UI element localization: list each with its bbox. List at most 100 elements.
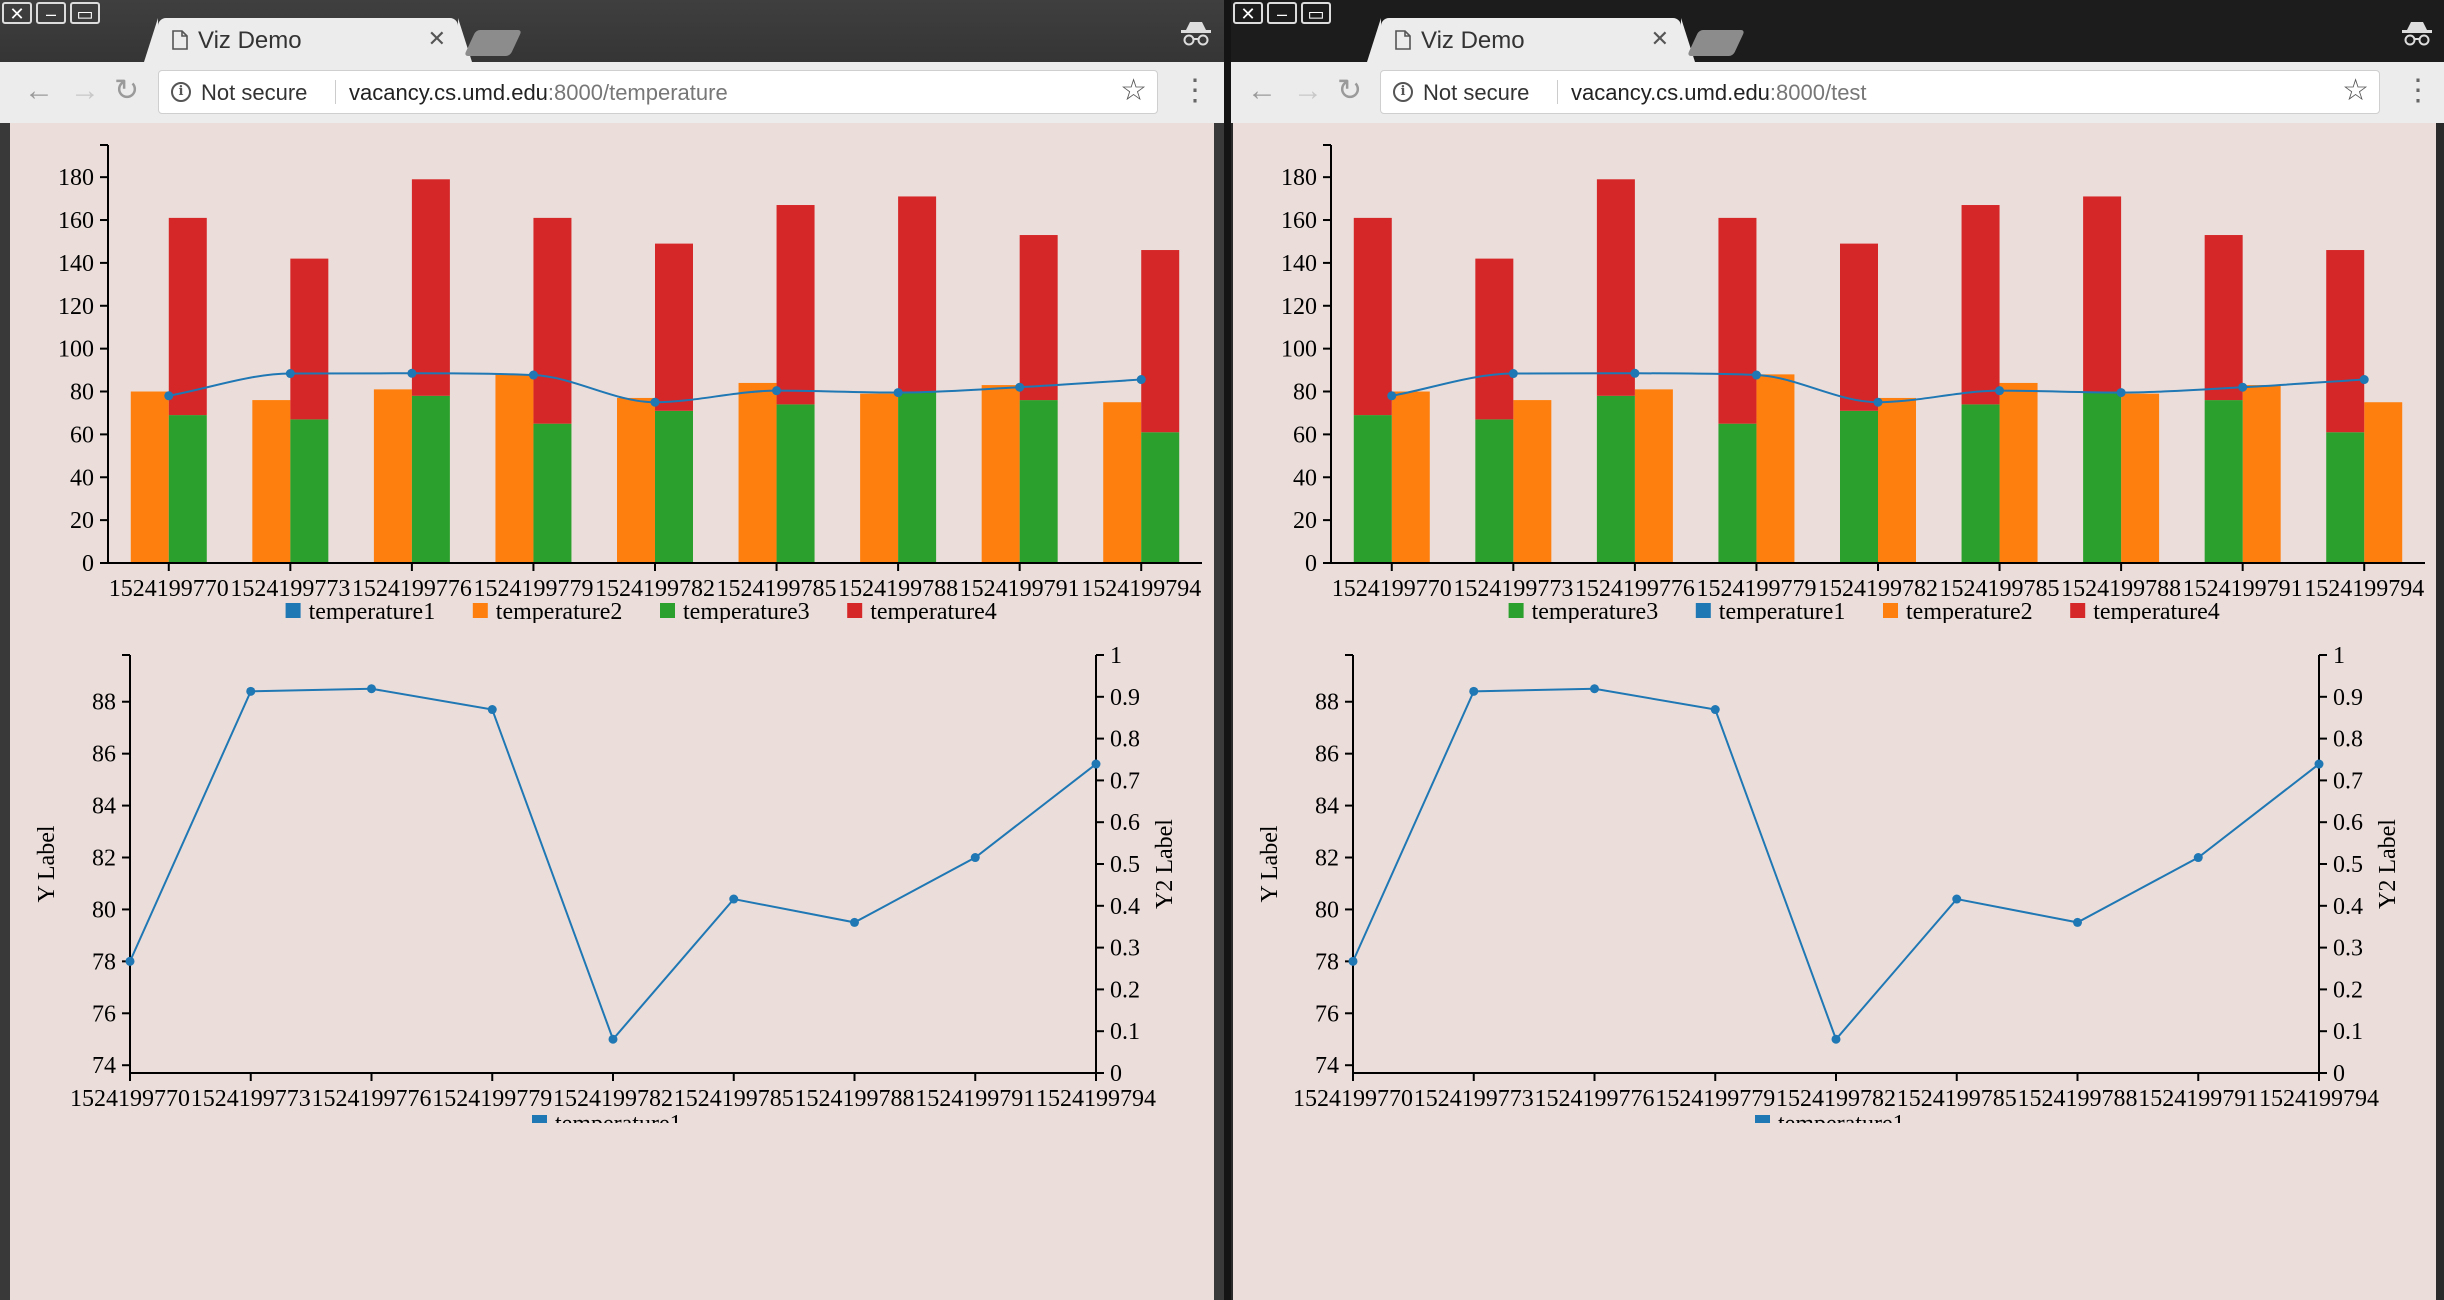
close-window-icon[interactable]: ✕ <box>1233 2 1263 24</box>
tab-title: Viz Demo <box>1421 27 1525 54</box>
url-text[interactable]: vacancy.cs.umd.edu:8000/test <box>1571 80 1867 106</box>
bookmark-star-icon[interactable]: ☆ <box>1120 75 1147 107</box>
bookmark-star-icon[interactable]: ☆ <box>2342 75 2369 107</box>
bar-temperature4 <box>1961 205 2000 405</box>
y-tick-label: 0 <box>1305 551 1317 577</box>
reload-icon[interactable]: ↻ <box>1337 76 1362 106</box>
y2-tick-label: 0.3 <box>1110 936 1140 962</box>
bar-chart-svg: 0 20 40 60 80 100 120 140 160 180 1524199770 152419… <box>58 144 1202 625</box>
x-tick-label: 1524199782 <box>1776 1086 1896 1112</box>
y2-axis-label: Y2 Label <box>1152 819 1178 909</box>
minimize-window-icon[interactable]: – <box>36 2 66 24</box>
page-content: 0 20 40 60 80 100 120 140 160 180 1524199770 152419… <box>1233 123 2436 1300</box>
legend-label-temperature1: temperature1 <box>1778 1111 1905 1123</box>
reload-icon[interactable]: ↻ <box>114 76 139 106</box>
y2-tick-label: 0.8 <box>2333 727 2363 753</box>
forward-arrow-icon[interactable]: → <box>1293 76 1323 106</box>
bar-temperature2 <box>1103 402 1142 563</box>
x-tick-label: 1524199776 <box>312 1086 432 1112</box>
bar-temperature4 <box>1019 235 1058 401</box>
back-arrow-icon[interactable]: ← <box>24 76 54 106</box>
legend-swatch-temperature3 <box>660 603 675 618</box>
new-tab-button[interactable] <box>463 30 523 56</box>
y-tick-label: 76 <box>1315 1001 1339 1027</box>
maximize-window-icon[interactable]: ▭ <box>70 2 100 24</box>
point-temperature1 <box>125 956 135 966</box>
browser-tab[interactable]: Viz Demo ✕ <box>144 18 472 62</box>
y-tick-label: 160 <box>1281 208 1317 234</box>
legend-label-temperature1: temperature1 <box>309 599 436 623</box>
separator <box>1557 80 1558 104</box>
bar-temperature4 <box>898 196 937 392</box>
incognito-icon <box>2402 22 2432 46</box>
y-tick-label: 80 <box>70 380 94 406</box>
point-temperature1 <box>2116 388 2126 398</box>
y-tick-label: 100 <box>58 337 94 363</box>
y-tick-label: 120 <box>58 294 94 320</box>
y-tick-label: 160 <box>58 208 94 234</box>
y-tick-label: 60 <box>1293 422 1317 448</box>
point-temperature1 <box>367 684 376 694</box>
y-tick-label: 40 <box>70 465 94 491</box>
close-window-icon[interactable]: ✕ <box>2 2 32 24</box>
page-icon <box>1395 30 1411 50</box>
y-tick-label: 80 <box>1293 380 1317 406</box>
maximize-window-icon[interactable]: ▭ <box>1301 2 1331 24</box>
bar-temperature2 <box>617 397 655 563</box>
y2-tick-label: 0.5 <box>2333 852 2363 878</box>
info-icon[interactable]: i <box>1393 82 1413 102</box>
bar-temperature3 <box>2204 400 2243 563</box>
x-tick-label: 1524199770 <box>1293 1086 1413 1112</box>
point-temperature1 <box>2073 917 2082 927</box>
menu-icon[interactable]: ⋮ <box>1180 76 1210 106</box>
url-text[interactable]: vacancy.cs.umd.edu:8000/temperature <box>349 80 728 106</box>
legend-label-temperature3: temperature3 <box>1532 599 1659 623</box>
y-tick-label: 88 <box>1315 690 1339 716</box>
point-temperature1 <box>850 917 859 927</box>
legend-label-temperature2: temperature2 <box>1906 599 2033 623</box>
incognito-icon <box>1181 22 1211 46</box>
bar-temperature3 <box>1475 419 1514 563</box>
close-tab-icon[interactable]: ✕ <box>1651 26 1669 52</box>
legend-swatch-temperature2 <box>472 603 488 618</box>
y-tick-label: 80 <box>1315 897 1339 923</box>
y-tick-label: 86 <box>92 742 116 768</box>
browser-tab[interactable]: Viz Demo ✕ <box>1367 18 1695 62</box>
bar-temperature3 <box>1961 404 2000 563</box>
point-temperature1 <box>164 391 174 401</box>
minimize-window-icon[interactable]: – <box>1267 2 1297 24</box>
page-icon <box>172 30 188 50</box>
x-tick-label: 1524199782 <box>553 1086 673 1112</box>
y-tick-label: 60 <box>70 422 94 448</box>
point-temperature1 <box>1831 1034 1841 1044</box>
y2-tick-label: 0.2 <box>1110 977 1140 1003</box>
y-tick-label: 84 <box>1315 794 1339 820</box>
point-temperature1 <box>1590 684 1599 694</box>
menu-icon[interactable]: ⋮ <box>2403 76 2433 106</box>
point-temperature1 <box>1348 956 1358 966</box>
forward-arrow-icon[interactable]: → <box>70 76 100 106</box>
y-tick-label: 84 <box>92 794 116 820</box>
bar-temperature2 <box>2121 393 2160 563</box>
address-bar[interactable]: i Not secure vacancy.cs.umd.edu:8000/tes… <box>1380 70 2380 114</box>
x-tick-label: 1524199770 <box>109 576 229 602</box>
y-tick-label: 76 <box>92 1001 116 1027</box>
address-bar[interactable]: i Not secure vacancy.cs.umd.edu:8000/tem… <box>158 70 1158 114</box>
x-tick-label: 1524199773 <box>1414 1086 1534 1112</box>
y2-tick-label: 0.3 <box>2333 936 2363 962</box>
info-icon[interactable]: i <box>171 82 191 102</box>
bar-temperature2 <box>1999 382 2038 563</box>
y-tick-label: 78 <box>92 949 116 975</box>
new-tab-button[interactable] <box>1686 30 1746 56</box>
close-tab-icon[interactable]: ✕ <box>428 26 446 52</box>
bar-temperature2 <box>2242 385 2281 563</box>
x-tick-label: 1524199791 <box>915 1086 1035 1112</box>
y2-tick-label: 1 <box>1110 643 1122 669</box>
bar-temperature2 <box>860 393 899 563</box>
bar-temperature3 <box>290 419 329 563</box>
back-arrow-icon[interactable]: ← <box>1247 76 1277 106</box>
legend-label-temperature3: temperature3 <box>683 599 810 623</box>
bar-temperature4 <box>1353 217 1392 416</box>
y-tick-label: 0 <box>82 551 94 577</box>
point-temperature1 <box>1952 894 1962 904</box>
